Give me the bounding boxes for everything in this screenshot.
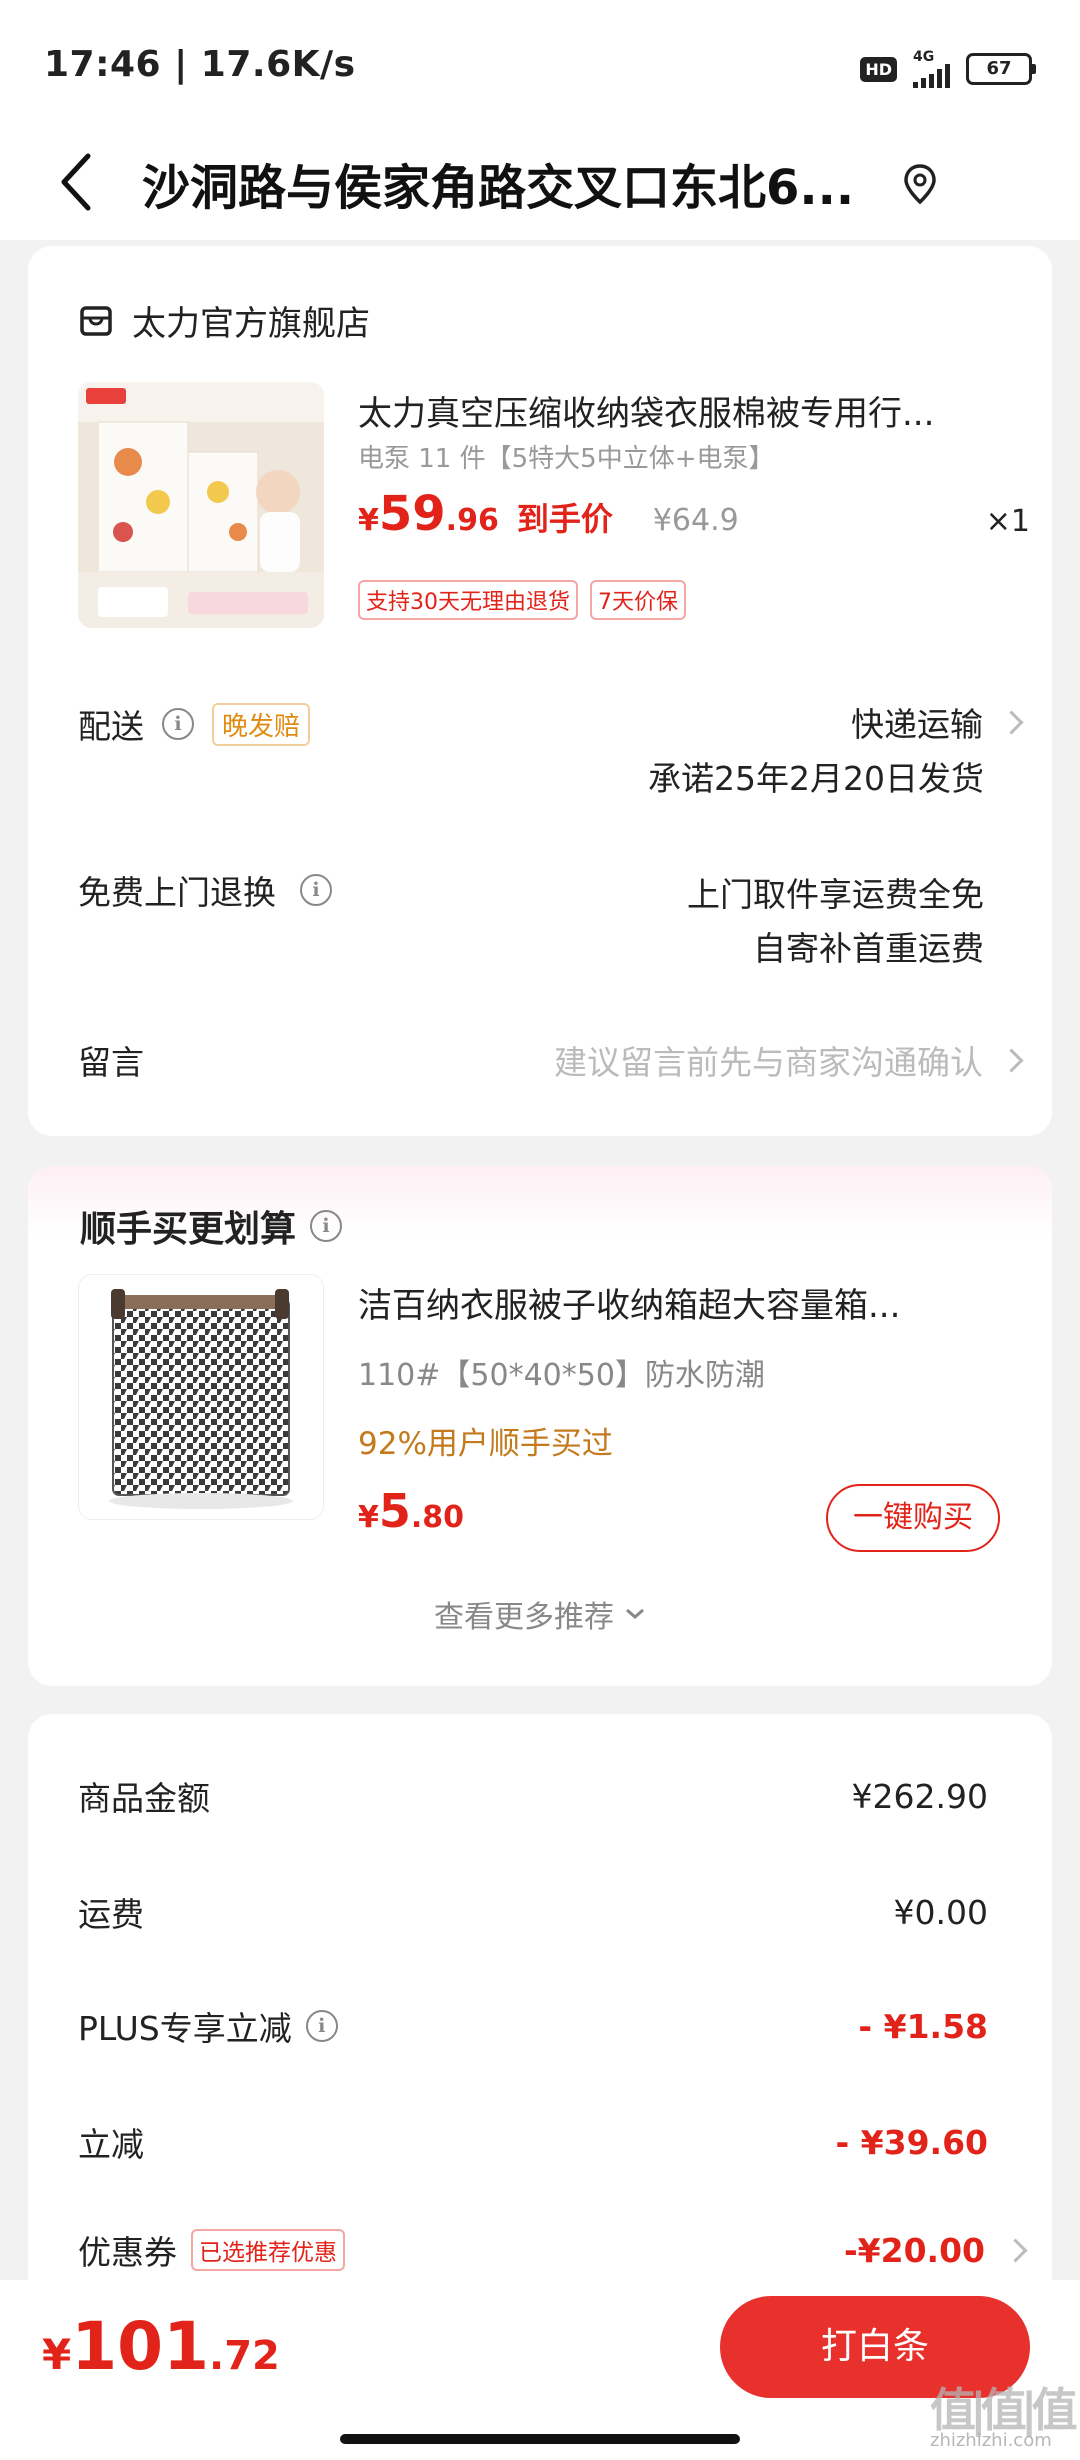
shipping-label: 运费 [78, 1895, 144, 1934]
recommend-item-title[interactable]: 洁百纳衣服被子收纳箱超大容量箱... [358, 1278, 1018, 1327]
coupon-label: 优惠券 [78, 2233, 177, 2272]
instant-discount-value: - ¥39.60 [835, 2122, 988, 2162]
goods-amount-row: 商品金额 ¥262.90 [78, 1772, 988, 1820]
chevron-left-icon [61, 153, 91, 211]
message-placeholder: 建议留言前先与商家沟通确认 [554, 1043, 983, 1082]
network-type: 4G [913, 49, 935, 65]
instant-discount-row: 立减 - ¥39.60 [78, 2118, 988, 2166]
message-label: 留言 [78, 1043, 144, 1082]
info-icon[interactable]: i [310, 1210, 343, 1242]
recommend-item-spec: 110#【50*40*50】防水防潮 [358, 1358, 765, 1393]
recommend-item-image[interactable] [78, 1274, 324, 1520]
chevron-right-icon [999, 1047, 1024, 1073]
plus-discount-label-group: PLUS专享立减 i [78, 2002, 338, 2050]
status-bar: 17:46 | 17.6K/s HD 4G 67 [0, 0, 1080, 130]
service-tags: 支持30天无理由退货 7天价保 [358, 580, 686, 620]
back-button[interactable] [50, 142, 110, 222]
message-input[interactable]: 建议留言前先与商家沟通确认 [554, 1036, 1024, 1084]
plus-discount-row: PLUS专享立减 i - ¥1.58 [78, 2002, 988, 2050]
delivery-method[interactable]: 快递运输 [851, 698, 1024, 746]
quantity: ×1 [985, 504, 1030, 539]
product-image[interactable] [78, 382, 324, 628]
recommend-price: ¥5.80 [358, 1484, 465, 1538]
recommend-buyers: 92%用户顺手买过 [358, 1426, 613, 1462]
store-icon [80, 305, 112, 336]
info-icon[interactable]: i [300, 874, 332, 906]
chevron-right-icon [1003, 2237, 1028, 2263]
return-service-label-row: 免费上门退换 i [78, 866, 332, 914]
coupon-tag: 已选推荐优惠 [191, 2229, 345, 2271]
goods-amount-value: ¥262.90 [851, 1776, 988, 1816]
delivery-label-row: 配送 i 晚发赔 [78, 700, 311, 748]
late-compensation-tag: 晚发赔 [212, 702, 311, 746]
status-time: 17:46 | 17.6K/s [44, 44, 356, 85]
coupon-row[interactable]: 优惠券 已选推荐优惠 -¥20.00 [78, 2226, 1028, 2274]
order-card: 太力官方旗舰店 太力真空压缩收纳袋衣服棉被专用行... 电泵 11 件【5特大5… [28, 246, 1052, 1136]
delivery-promise: 承诺25年2月20日发货 [648, 759, 984, 798]
info-icon[interactable]: i [305, 2010, 338, 2042]
product-title[interactable]: 太力真空压缩收纳袋衣服棉被专用行... [358, 386, 1008, 435]
return-service-label: 免费上门退换 [78, 873, 276, 912]
location-pin-icon[interactable] [900, 160, 940, 210]
price-protect-tag: 7天价保 [590, 580, 686, 620]
more-recommend-text: 查看更多推荐 [434, 1600, 614, 1635]
chevron-right-icon [999, 709, 1024, 735]
instant-discount-label: 立减 [78, 2125, 144, 2164]
chevron-down-icon [626, 1608, 644, 1619]
home-indicator[interactable] [340, 2434, 740, 2444]
address-title[interactable]: 沙洞路与侯家角路交叉口东北6... [142, 148, 882, 218]
product-price: ¥59.96 [358, 486, 499, 542]
status-icons: HD 4G 67 [860, 50, 1036, 88]
shipping-row: 运费 ¥0.00 [78, 1888, 988, 1936]
more-recommend-link[interactable]: 查看更多推荐 [28, 1592, 1052, 1636]
fee-summary-card: 商品金额 ¥262.90 运费 ¥0.00 PLUS专享立减 i - ¥1.58… [28, 1714, 1052, 2294]
return-service-line2: 自寄补首重运费 [753, 929, 984, 968]
plus-discount-label: PLUS专享立减 [78, 2009, 292, 2048]
recommend-card: 顺手买更划算 i 洁百纳衣服被子收纳箱超大容量箱... 110#【50*40*5… [28, 1166, 1052, 1686]
watermark-site: zhizhizhi.com [930, 2430, 1052, 2451]
one-click-buy-button[interactable]: 一键购买 [826, 1484, 1000, 1552]
price-row: ¥59.96 到手价 ¥64.9 [358, 486, 739, 542]
shipping-value: ¥0.00 [893, 1892, 988, 1932]
plus-discount-value: - ¥1.58 [858, 2006, 988, 2046]
total-price: ¥101.72 [42, 2308, 280, 2385]
battery-icon: 67 [966, 53, 1036, 85]
hd-badge: HD [860, 56, 897, 82]
shop-row[interactable]: 太力官方旗舰店 [78, 296, 370, 345]
header: 沙洞路与侯家角路交叉口东北6... [0, 130, 1080, 240]
recommend-header: 顺手买更划算 i [80, 1200, 343, 1252]
coupon-label-group: 优惠券 已选推荐优惠 [78, 2226, 345, 2274]
goods-amount-label: 商品金额 [78, 1779, 210, 1818]
product-spec[interactable]: 电泵 11 件【5特大5中立体+电泵】 [358, 438, 774, 475]
delivery-method-text: 快递运输 [851, 705, 983, 744]
coupon-value: -¥20.00 [843, 2230, 985, 2270]
delivery-label: 配送 [78, 707, 144, 746]
return-service-line1: 上门取件享运费全免 [687, 875, 984, 914]
recommend-title: 顺手买更划算 [80, 1209, 297, 1250]
shop-name: 太力官方旗舰店 [132, 304, 370, 344]
signal-icon: 4G [913, 50, 950, 88]
price-label: 到手价 [516, 500, 613, 538]
return-tag: 支持30天无理由退货 [358, 580, 578, 620]
battery-level: 67 [966, 53, 1032, 85]
info-icon[interactable]: i [162, 708, 194, 740]
original-price: ¥64.9 [652, 503, 739, 538]
